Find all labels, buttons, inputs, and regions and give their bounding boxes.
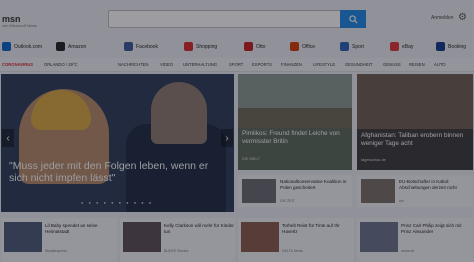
quicklink-label: Sport <box>352 43 364 50</box>
card-headline[interactable]: EU-Botschafter in Kabul: Abschiebungen d… <box>399 179 469 190</box>
signin-link[interactable]: Anmelden <box>431 15 454 21</box>
card-thumbnail <box>4 222 42 252</box>
top-bar: msn von Microsoft News Anmelden ⚙ <box>0 0 474 38</box>
hero-headline[interactable]: "Muss jeder mit den Folgen leben, wenn e… <box>9 160 229 184</box>
booking-icon <box>436 42 445 51</box>
quicklink-label: eBay <box>402 43 414 50</box>
tile-headline[interactable]: Afghanistan: Taliban erobern binnen weni… <box>361 132 471 147</box>
amazon-icon <box>56 42 65 51</box>
nav-coronavirus[interactable]: CORONAVIRUS <box>2 62 33 67</box>
card-headline[interactable]: Torhelt Reist für Tinte auf Ihr Haverlz <box>282 223 352 234</box>
nav-item[interactable]: VIDEO <box>160 62 173 67</box>
nav-item[interactable]: AUTO <box>434 62 446 67</box>
quicklink-outlook[interactable]: Outlook.com <box>2 42 42 51</box>
logo-subtitle: von Microsoft News <box>2 23 37 28</box>
quicklink-office[interactable]: Office <box>290 42 315 51</box>
quicklink-sport[interactable]: Sport <box>340 42 364 51</box>
search-input[interactable] <box>108 10 366 28</box>
msn-logo[interactable]: msn von Microsoft News <box>2 14 37 28</box>
card-headline[interactable]: Lil Baby spendet an seine Heimatstadt <box>45 223 115 234</box>
prev-arrow-icon[interactable]: ‹ <box>2 129 14 147</box>
news-card[interactable]: Lil Baby spendet an seine Heimatstadt Mu… <box>1 218 117 262</box>
shopping-icon <box>184 42 193 51</box>
quicklink-ebay[interactable]: eBay <box>390 42 413 51</box>
search-button[interactable] <box>340 10 366 28</box>
quicklink-label: Booking <box>448 43 467 50</box>
hero-photo-person-right <box>151 82 207 144</box>
next-arrow-icon[interactable]: › <box>221 129 233 147</box>
card-source: DIE ZEIT <box>280 199 295 203</box>
office-icon <box>290 42 299 51</box>
quicklink-shopping[interactable]: Shopping <box>184 42 217 51</box>
card-thumbnail <box>361 179 395 203</box>
quicklink-label: Otto <box>256 43 266 50</box>
nav-item[interactable]: GENUSS <box>383 62 401 67</box>
card-thumbnail <box>241 222 279 252</box>
category-nav: CORONAVIRUS ORLANDO / 29°C NACHRICHTEN V… <box>0 58 474 72</box>
tile-image <box>357 74 473 129</box>
quicklinks-bar: Outlook.com Amazon Facebook Shopping Ott… <box>0 38 474 58</box>
news-card[interactable]: EU-Botschafter in Kabul: Abschiebungen d… <box>357 175 473 207</box>
news-card[interactable]: Prinz Carl Philip zeigt sich mit Prinz A… <box>357 218 473 262</box>
hero-carousel[interactable]: "Muss jeder mit den Folgen leben, wenn e… <box>1 74 234 212</box>
nav-item[interactable]: GESUNDHEIT <box>345 62 372 67</box>
nav-item[interactable]: UNTERHALTUNG <box>183 62 217 67</box>
card-source: DELTA News <box>282 249 303 253</box>
card-source: ntv <box>399 199 404 203</box>
quicklink-label: Outlook.com <box>14 43 43 50</box>
quicklink-label: Office <box>302 43 315 50</box>
tile-source: tagesschau.de <box>361 158 386 162</box>
sport-icon <box>340 42 349 51</box>
card-thumbnail <box>360 222 398 252</box>
search-icon <box>348 14 358 24</box>
carousel-indicator[interactable]: ● ● ● ● ● ● ● ● ● ● <box>81 200 153 205</box>
card-source: Musikexpress <box>45 249 67 253</box>
news-card[interactable]: Torhelt Reist für Tinte auf Ihr Haverlz … <box>238 218 354 262</box>
quicklink-amazon[interactable]: Amazon <box>56 42 86 51</box>
card-thumbnail <box>242 179 276 203</box>
card-source: BUNTE Stories <box>164 249 189 253</box>
quicklink-booking[interactable]: Booking <box>436 42 466 51</box>
nav-item[interactable]: REISEN <box>409 62 425 67</box>
quicklink-label: Facebook <box>136 43 158 50</box>
nav-item[interactable]: ESPORTS <box>252 62 272 67</box>
quicklink-label: Amazon <box>68 43 87 50</box>
news-card[interactable]: Nationalkonservative Koalition in Polen … <box>238 175 352 207</box>
card-headline[interactable]: Prinz Carl Philip zeigt sich mit Prinz A… <box>401 223 471 234</box>
news-card[interactable]: Kelly Clarkson will mehr für Kinder tun … <box>120 218 235 262</box>
nav-item[interactable]: LIFESTYLE <box>313 62 335 67</box>
tile-headline[interactable]: Pimlikos: Freund findet Leiche von vermi… <box>242 130 350 145</box>
weather-widget[interactable]: ORLANDO / 29°C <box>44 62 78 67</box>
nav-item[interactable]: NACHRICHTEN <box>118 62 148 67</box>
otto-icon <box>244 42 253 51</box>
quicklink-label: Shopping <box>196 43 218 50</box>
quicklink-otto[interactable]: Otto <box>244 42 265 51</box>
nav-item[interactable]: FINANZEN <box>281 62 302 67</box>
quicklink-facebook[interactable]: Facebook <box>124 42 158 51</box>
outlook-icon <box>2 42 11 51</box>
news-tile[interactable]: Afghanistan: Taliban erobern binnen weni… <box>357 74 473 170</box>
gear-icon[interactable]: ⚙ <box>458 12 467 23</box>
card-headline[interactable]: Kelly Clarkson will mehr für Kinder tun <box>164 223 234 234</box>
tile-image-landscape <box>238 108 352 128</box>
nav-item[interactable]: SPORT <box>229 62 243 67</box>
facebook-icon <box>124 42 133 51</box>
card-source: news.de <box>401 249 415 253</box>
news-tile[interactable]: Pimlikos: Freund findet Leiche von vermi… <box>238 74 352 170</box>
ebay-icon <box>390 42 399 51</box>
card-headline[interactable]: Nationalkonservative Koalition in Polen … <box>280 179 350 190</box>
card-thumbnail <box>123 222 161 252</box>
tile-source: DIE WELT <box>242 157 260 161</box>
